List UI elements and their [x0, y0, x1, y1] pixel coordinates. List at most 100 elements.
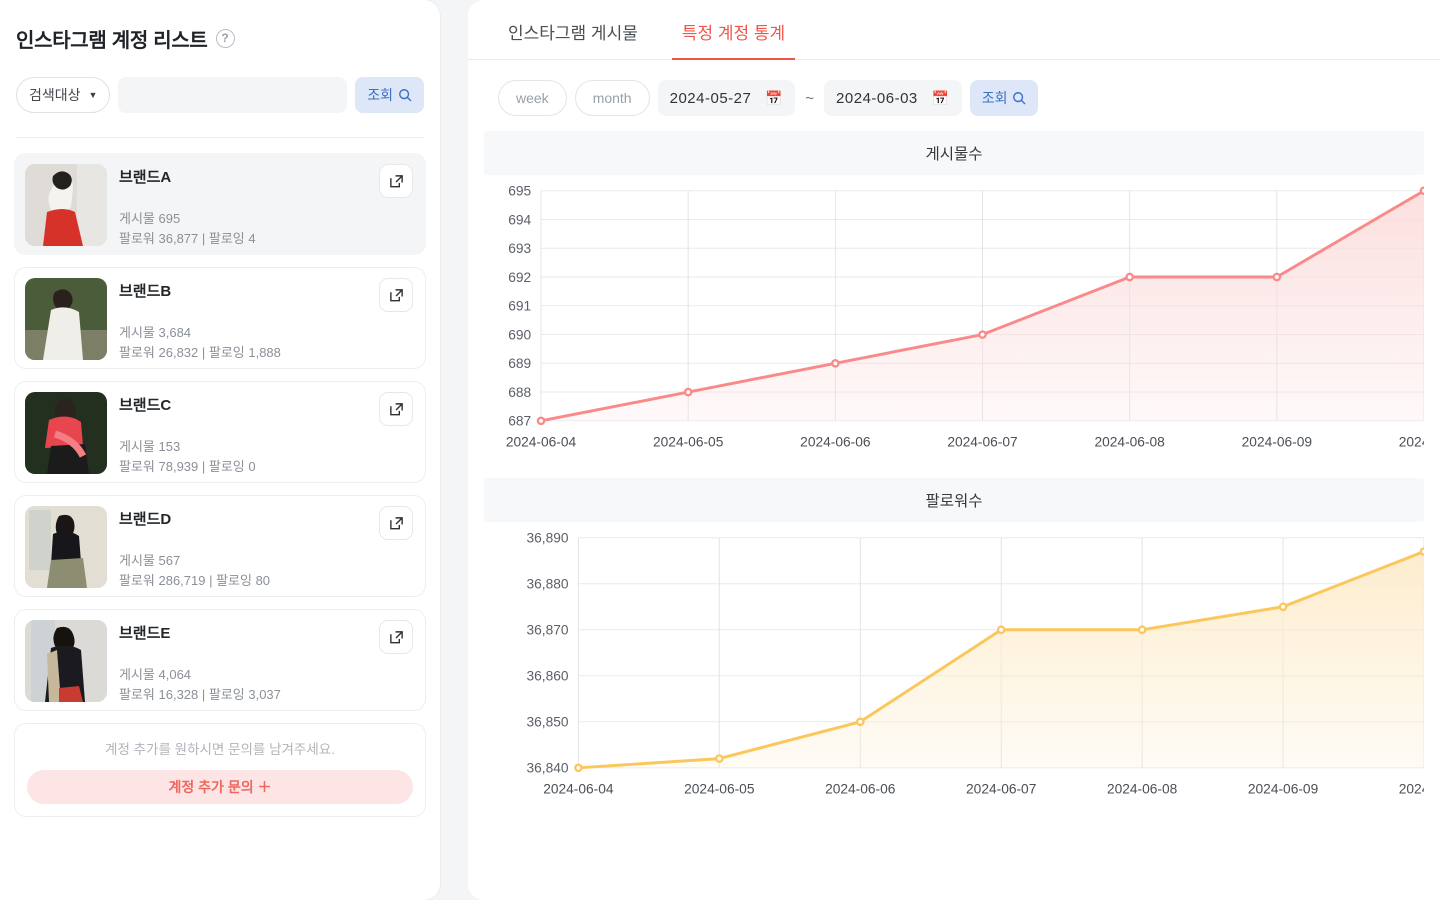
account-list: 브랜드A 게시물 695 팔로워 36,877 | 팔로잉 4 브랜드B 게시물… [0, 138, 440, 900]
x-axis-tick-label: 2024-06-08 [1107, 782, 1178, 797]
y-axis-tick-label: 36,890 [526, 531, 568, 546]
panel-title-row: 인스타그램 계정 리스트 ? [16, 24, 424, 53]
x-axis-tick-label: 2024-06-09 [1242, 434, 1312, 449]
chart-title-bar: 게시물수 [484, 131, 1424, 175]
add-account-button[interactable]: 계정 추가 문의 ＋ [27, 770, 413, 804]
account-name: 브랜드D [119, 511, 172, 528]
chart-title: 팔로워수 [925, 493, 983, 511]
account-posts: 게시물 695 [119, 211, 181, 226]
open-external-button[interactable] [379, 620, 413, 654]
x-axis-tick-label: 2024-06-04 [543, 782, 614, 797]
open-external-button[interactable] [379, 506, 413, 540]
external-link-icon [389, 402, 403, 415]
account-stats: 게시물 153 팔로워 78,939 | 팔로잉 0 [119, 437, 415, 477]
open-external-button[interactable] [379, 392, 413, 426]
list-item[interactable]: 브랜드D 게시물 567 팔로워 286,719 | 팔로잉 80 [14, 495, 426, 597]
y-axis-tick-label: 693 [508, 241, 531, 256]
data-point-marker[interactable] [1137, 625, 1147, 635]
y-axis-tick-label: 36,850 [526, 715, 568, 730]
avatar-image [25, 506, 107, 588]
add-account-box: 계정 추가를 원하시면 문의를 남겨주세요. 계정 추가 문의 ＋ [14, 723, 426, 817]
list-item[interactable]: 브랜드A 게시물 695 팔로워 36,877 | 팔로잉 4 [14, 153, 426, 255]
account-followers: 팔로워 36,877 | 팔로잉 4 [119, 231, 256, 247]
y-axis-tick-label: 695 [508, 184, 531, 199]
period-month-button[interactable]: month [574, 80, 650, 116]
data-point-marker[interactable] [855, 717, 865, 727]
data-point-marker[interactable] [1272, 272, 1282, 282]
account-posts: 게시물 4,064 [119, 667, 192, 682]
data-point-marker[interactable] [536, 416, 546, 426]
list-item[interactable]: 브랜드C 게시물 153 팔로워 78,939 | 팔로잉 0 [14, 381, 426, 483]
x-axis-tick-label: 2024-06-06 [800, 434, 871, 449]
list-item-body: 브랜드E 게시물 4,064 팔로워 16,328 | 팔로잉 3,037 [119, 620, 415, 705]
avatar [25, 164, 107, 246]
calendar-icon[interactable]: 📅 [765, 90, 783, 107]
tab-bar: 인스타그램 게시물 특정 계정 통계 [468, 0, 1440, 60]
date-to-field[interactable]: 2024-06-03 📅 [824, 80, 962, 116]
data-point-marker[interactable] [978, 330, 987, 339]
search-row: 검색대상 ▼ 조회 [16, 77, 424, 113]
posts-area-chart: 687 688 689 690 691 692 693 694 695 2024-06-04 202… [506, 184, 1424, 449]
avatar [25, 392, 107, 474]
y-axis-tick-label: 36,860 [526, 669, 568, 684]
chart-plot-posts: 687 688 689 690 691 692 693 694 695 2024-06-04 202… [484, 175, 1424, 460]
account-stats: 게시물 567 팔로워 286,719 | 팔로잉 80 [119, 551, 415, 591]
period-week-button[interactable]: week [498, 80, 567, 116]
data-point-marker[interactable] [1278, 602, 1288, 612]
tab-instagram-posts[interactable]: 인스타그램 게시물 [498, 1, 648, 60]
search-submit-button[interactable]: 조회 [355, 77, 424, 113]
chart-card-posts: 게시물수 687 688 689 690 691 692 693 694 695 2024-06-… [484, 131, 1424, 460]
date-range-separator: ~ [805, 89, 815, 107]
x-axis-tick-label: 2024-06-05 [653, 434, 724, 449]
list-item[interactable]: 브랜드B 게시물 3,684 팔로워 26,832 | 팔로잉 1,888 [14, 267, 426, 369]
avatar [25, 620, 107, 702]
tab-account-statistics[interactable]: 특정 계정 통계 [671, 1, 796, 60]
search-submit-label: 조회 [367, 87, 393, 103]
account-name: 브랜드A [119, 169, 172, 186]
list-item[interactable]: 브랜드E 게시물 4,064 팔로워 16,328 | 팔로잉 3,037 [14, 609, 426, 711]
x-axis-tick-label: 2024-06 [1399, 434, 1424, 449]
external-link-icon [389, 288, 403, 301]
x-axis-tick-label: 2024-06-04 [506, 434, 577, 449]
open-external-button[interactable] [379, 278, 413, 312]
data-point-marker[interactable] [831, 358, 840, 368]
account-posts: 게시물 153 [119, 439, 181, 454]
account-list-panel: 인스타그램 계정 리스트 ? 검색대상 ▼ 조회 브랜드A 게시물 695 팔로… [0, 0, 440, 900]
filter-bar: week month 2024-05-27 📅 ~ 2024-06-03 📅 조… [468, 60, 1440, 126]
data-point-marker[interactable] [683, 387, 693, 397]
chart-card-followers: 팔로워수 36,840 36,850 36,860 36,870 36,880 36,89… [484, 478, 1424, 807]
y-axis-tick-label: 691 [508, 299, 531, 314]
account-name: 브랜드B [119, 283, 172, 300]
question-mark-icon[interactable]: ? [215, 29, 235, 48]
avatar [25, 278, 107, 360]
list-item-body: 브랜드B 게시물 3,684 팔로워 26,832 | 팔로잉 1,888 [119, 278, 415, 363]
search-icon [1013, 92, 1026, 105]
search-input[interactable] [118, 77, 348, 113]
data-point-marker[interactable] [1125, 272, 1135, 282]
account-followers: 팔로워 78,939 | 팔로잉 0 [119, 459, 256, 475]
y-axis-tick-label: 687 [508, 414, 531, 429]
data-point-marker[interactable] [996, 625, 1006, 635]
calendar-icon[interactable]: 📅 [932, 90, 950, 107]
add-account-note: 계정 추가를 원하시면 문의를 남겨주세요. [105, 742, 335, 757]
y-axis-tick-label: 694 [508, 212, 531, 227]
data-point-marker[interactable] [574, 763, 583, 773]
account-followers: 팔로워 26,832 | 팔로잉 1,888 [119, 345, 281, 361]
data-point-marker[interactable] [715, 754, 724, 764]
account-name: 브랜드C [119, 397, 172, 414]
search-target-select[interactable]: 검색대상 ▼ [16, 77, 111, 113]
open-external-button[interactable] [379, 164, 413, 198]
x-axis-tick-label: 2024-06-06 [825, 782, 896, 797]
stats-search-button[interactable]: 조회 [969, 80, 1039, 116]
followers-area-chart: 36,840 36,850 36,860 36,870 36,880 36,890 2024… [526, 531, 1424, 797]
search-icon [399, 89, 412, 102]
y-axis-tick-label: 688 [508, 385, 531, 400]
x-axis-tick-label: 2024-06-09 [1248, 782, 1318, 797]
account-name: 브랜드E [119, 625, 171, 642]
account-stats: 게시물 4,064 팔로워 16,328 | 팔로잉 3,037 [119, 665, 415, 705]
data-point-marker[interactable] [1419, 547, 1424, 557]
list-item-body: 브랜드A 게시물 695 팔로워 36,877 | 팔로잉 4 [119, 164, 415, 249]
data-point-marker[interactable] [1419, 186, 1424, 196]
date-from-field[interactable]: 2024-05-27 📅 [657, 80, 796, 116]
charts-container: 게시물수 687 688 689 690 691 692 693 694 695 2024-06-… [468, 126, 1440, 825]
